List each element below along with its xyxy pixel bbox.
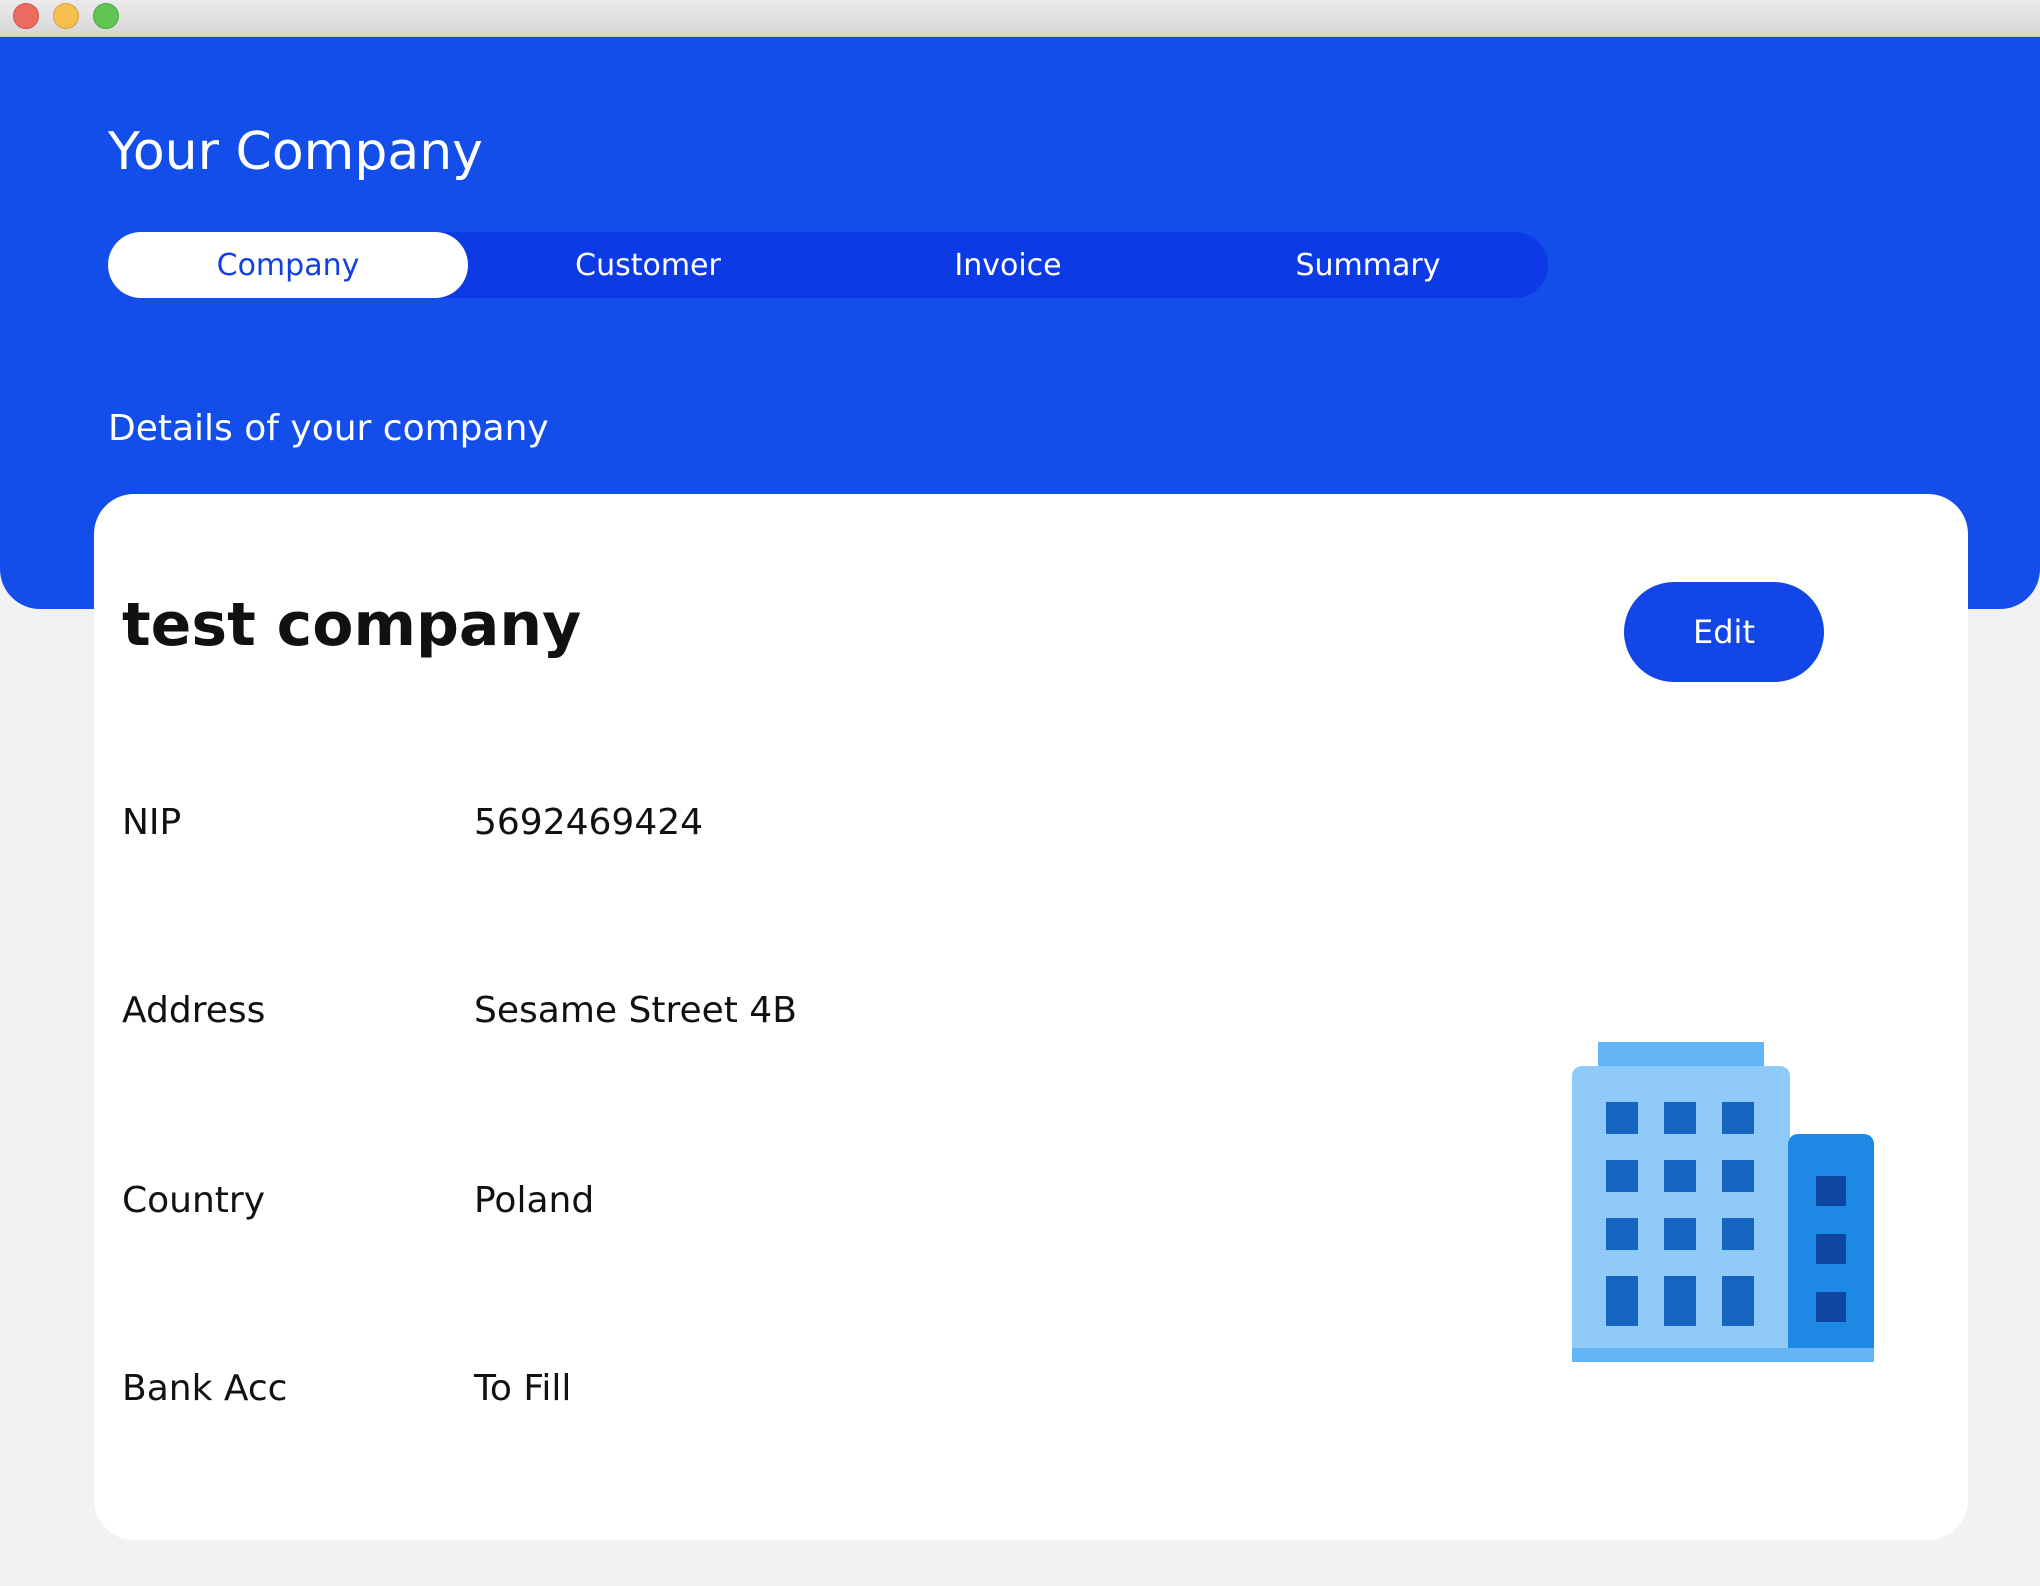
page-title: Your Company xyxy=(108,122,483,182)
section-title: Details of your company xyxy=(108,408,549,449)
tab-customer[interactable]: Customer xyxy=(468,232,828,298)
country-value: Poland xyxy=(474,1180,595,1221)
edit-button[interactable]: Edit xyxy=(1624,582,1824,682)
tab-company[interactable]: Company xyxy=(108,232,468,298)
tab-invoice[interactable]: Invoice xyxy=(828,232,1188,298)
country-label: Country xyxy=(122,1180,266,1221)
address-label: Address xyxy=(122,990,266,1031)
window-minimize-button[interactable] xyxy=(53,3,79,29)
nip-value: 5692469424 xyxy=(474,802,704,843)
window-close-button[interactable] xyxy=(13,3,39,29)
nip-label: NIP xyxy=(122,802,182,843)
company-details-card: test company Edit NIP 5692469424 Address… xyxy=(94,494,1968,1540)
address-value: Sesame Street 4B xyxy=(474,990,797,1031)
window-titlebar xyxy=(0,0,2040,37)
office-building-icon xyxy=(1572,1042,1874,1362)
bank-acc-label: Bank Acc xyxy=(122,1368,288,1409)
step-tabs: Company Customer Invoice Summary xyxy=(108,232,1548,298)
bank-acc-value: To Fill xyxy=(474,1368,572,1409)
company-name: test company xyxy=(122,590,582,660)
tab-summary[interactable]: Summary xyxy=(1188,232,1548,298)
window-maximize-button[interactable] xyxy=(93,3,119,29)
